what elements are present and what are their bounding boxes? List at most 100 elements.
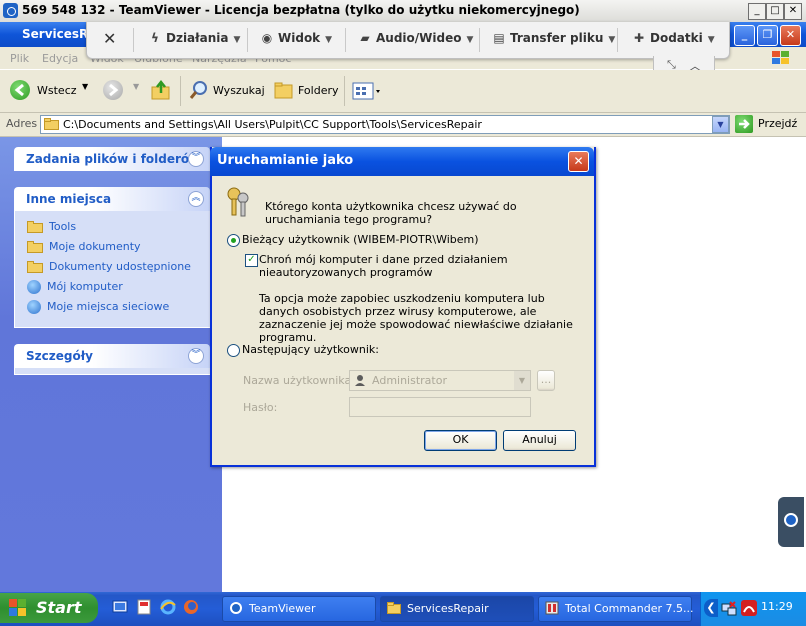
place-network-places[interactable]: Moje miejsca sieciowe (27, 300, 169, 316)
file-folder-tasks-header[interactable]: Zadania plików i folderów ︾ (14, 147, 210, 171)
clock[interactable]: 11:29 (761, 600, 793, 613)
dialog-title: Uruchamianie jako (217, 153, 354, 168)
explorer-close-button[interactable]: ✕ (780, 25, 801, 46)
forward-arrow-icon[interactable] (103, 80, 123, 100)
dialog-close-button[interactable]: ✕ (568, 151, 589, 172)
user-icon (354, 374, 366, 386)
tv-view-menu[interactable]: ◉ Widok ▼ (259, 31, 332, 49)
dropdown-arrow-icon: ▼ (707, 35, 715, 45)
explorer-toolbar: Wstecz ▼ ▼ Wyszukaj Foldery (0, 70, 806, 113)
show-desktop-icon[interactable] (112, 599, 128, 615)
tv-extras-menu[interactable]: ✚ Dodatki ▼ (631, 31, 715, 49)
task-teamviewer[interactable]: TeamViewer (222, 596, 376, 622)
start-button[interactable]: Start (0, 593, 98, 623)
maximize-button[interactable]: □ (766, 3, 784, 20)
task-pane: Zadania plików i folderów ︾ Inne miejsca… (0, 137, 222, 592)
taskbar: Start TeamViewer ServicesRepair Total Co… (0, 592, 806, 626)
eye-icon: ◉ (261, 31, 273, 45)
dropdown-arrow-icon: ▼ (608, 35, 616, 45)
dropdown-arrow-icon: ▼ (325, 35, 333, 45)
password-input[interactable] (349, 397, 531, 417)
password-label: Hasło: (243, 401, 278, 414)
acrobat-icon[interactable] (741, 600, 757, 616)
task-total-commander[interactable]: Total Commander 7.5... (538, 596, 694, 622)
folders-button[interactable]: Foldery (298, 84, 339, 104)
place-my-documents[interactable]: Moje dokumenty (27, 240, 141, 256)
back-button[interactable]: Wstecz (37, 84, 77, 104)
folder-icon (27, 261, 43, 273)
lightning-icon: ϟ (151, 31, 159, 45)
task-services-repair[interactable]: ServicesRepair (380, 596, 534, 622)
place-tools[interactable]: Tools (27, 220, 76, 236)
windows-logo-icon (770, 49, 792, 67)
protect-checkbox[interactable]: ✓ (245, 254, 258, 267)
puzzle-icon: ✚ (633, 31, 645, 45)
go-arrow-icon[interactable] (735, 115, 753, 133)
forward-dropdown-icon[interactable]: ▼ (133, 82, 139, 102)
teamviewer-side-handle[interactable] (778, 497, 804, 547)
folders-icon (273, 80, 295, 100)
dialog-title-bar[interactable]: Uruchamianie jako ✕ (210, 147, 594, 176)
tv-actions-menu[interactable]: ϟ Działania ▼ (147, 31, 240, 49)
firefox-icon[interactable] (183, 599, 199, 615)
tv-close-session-button[interactable]: ✕ (103, 29, 116, 48)
username-select[interactable]: Administrator ▼ (349, 370, 531, 391)
teamviewer-icon (3, 3, 18, 18)
windows-flag-icon (9, 599, 27, 617)
system-tray: ❮ 11:29 (700, 592, 806, 626)
tv-file-transfer-menu[interactable]: ▤ Transfer pliku ▼ (491, 31, 615, 49)
details-title: Szczegóły (26, 349, 93, 363)
internet-explorer-icon[interactable] (160, 599, 176, 615)
views-icon[interactable] (352, 81, 382, 101)
media-player-icon[interactable] (136, 599, 152, 615)
search-button[interactable]: Wyszukaj (213, 84, 265, 104)
keys-icon (224, 185, 254, 219)
dropdown-arrow-icon: ▼ (466, 35, 474, 45)
address-label: Adres (6, 117, 38, 130)
chat-icon: ▰ (360, 31, 370, 45)
minimize-button[interactable]: _ (748, 3, 766, 20)
current-user-label[interactable]: Bieżący użytkownik (WIBEM-PIOTR\Wibem) (242, 233, 479, 246)
teamviewer-title-bar[interactable]: 569 548 132 - TeamViewer - Licencja bezp… (0, 0, 806, 23)
back-dropdown-icon[interactable]: ▼ (82, 82, 88, 102)
chevron-down-icon[interactable]: ▼ (514, 371, 530, 390)
run-as-dialog: Uruchamianie jako ✕ Którego konta użytko… (210, 147, 596, 467)
chevron-down-icon[interactable]: ︾ (188, 348, 204, 364)
username-label: Nazwa użytkownika: (243, 374, 355, 387)
chevron-up-icon[interactable]: ︽ (188, 191, 204, 207)
go-button[interactable]: Przejdź (758, 117, 797, 130)
menu-edit[interactable]: Edycja (42, 52, 78, 65)
tv-audio-video-menu[interactable]: ▰ Audio/Wideo ▼ (357, 31, 473, 49)
show-hidden-icons-icon[interactable]: ❮ (704, 599, 718, 617)
place-shared-documents[interactable]: Dokumenty udostępnione (27, 260, 191, 276)
network-icon (27, 300, 41, 314)
teamviewer-icon (229, 601, 243, 615)
current-user-radio[interactable] (227, 234, 240, 247)
ok-button[interactable]: OK (424, 430, 497, 451)
browse-button[interactable]: ... (537, 370, 555, 391)
address-input[interactable]: C:\Documents and Settings\All Users\Pulp… (40, 115, 730, 134)
address-dropdown-icon[interactable]: ▼ (712, 116, 729, 133)
protect-label[interactable]: Chroń mój komputer i dane przed działani… (259, 253, 579, 279)
file-transfer-icon: ▤ (493, 31, 505, 45)
username-value: Administrator (372, 374, 447, 387)
folder-icon (27, 221, 43, 233)
other-places-list: Tools Moje dokumenty Dokumenty udostępni… (14, 211, 212, 328)
back-arrow-icon[interactable] (10, 80, 30, 100)
cancel-button[interactable]: Anuluj (503, 430, 576, 451)
place-my-computer[interactable]: Mój komputer (27, 280, 123, 296)
other-user-radio[interactable] (227, 344, 240, 357)
other-places-header[interactable]: Inne miejsca ︽ (14, 187, 210, 211)
network-icon[interactable] (721, 601, 737, 617)
details-header[interactable]: Szczegóły ︾ (14, 344, 210, 368)
computer-icon (27, 280, 41, 294)
explorer-minimize-button[interactable]: _ (734, 25, 755, 46)
close-button[interactable]: ✕ (784, 3, 802, 20)
other-user-label[interactable]: Następujący użytkownik: (242, 343, 379, 356)
menu-file[interactable]: Plik (10, 52, 29, 65)
protect-info-text: Ta opcja może zapobiec uszkodzeniu kompu… (259, 292, 573, 344)
total-commander-icon (545, 601, 559, 615)
explorer-restore-button[interactable]: ❐ (757, 25, 778, 46)
chevron-down-icon[interactable]: ︾ (188, 151, 204, 167)
up-folder-icon[interactable] (150, 79, 172, 101)
